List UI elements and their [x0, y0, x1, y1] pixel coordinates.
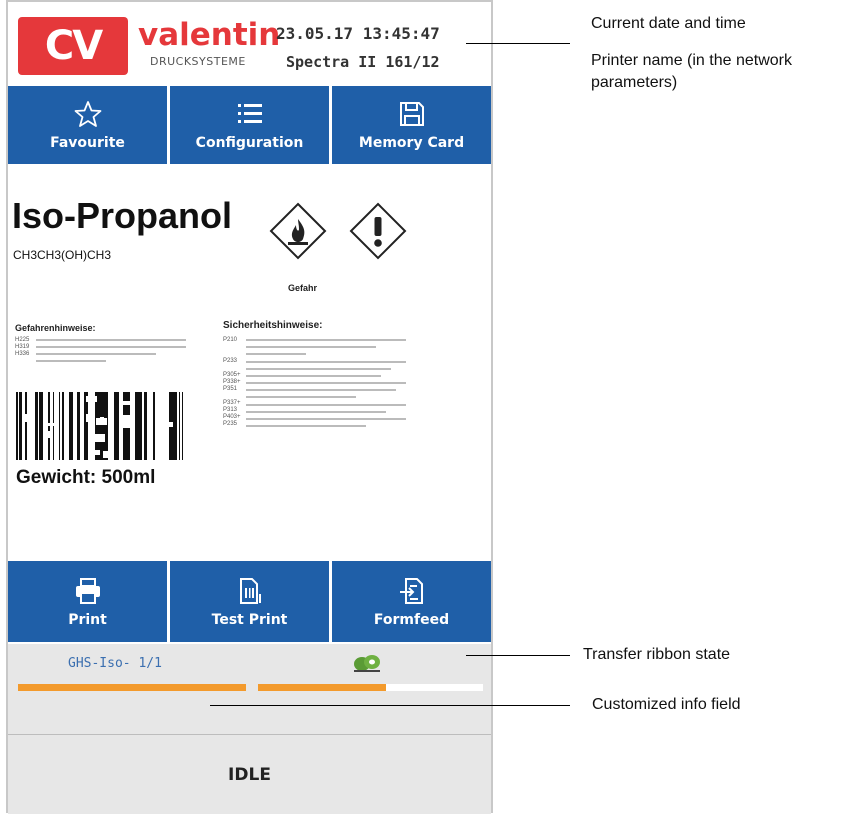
ribbon-callout-line — [466, 655, 570, 656]
formfeed-label: Formfeed — [373, 611, 450, 628]
current-datetime: 23.05.17 13:45:47 — [276, 24, 440, 43]
logo-mark: CV — [18, 17, 128, 75]
brand-subtitle: DRUCKSYSTEME — [150, 55, 246, 68]
test-print-label: Test Print — [211, 611, 288, 628]
top-button-row: Favourite Configuration Memory Card — [8, 86, 491, 164]
precaution-codes: P210 P233 P305+ P338+ P351 P337+ P313 P4… — [223, 337, 241, 428]
hazard-code: H336 — [15, 351, 30, 357]
ribbon-icon — [354, 655, 380, 672]
flame-pictogram-icon — [269, 202, 327, 260]
hazard-statements-title: Gefahrenhinweise: — [15, 323, 96, 333]
signal-word: Gefahr — [288, 283, 318, 293]
precaution-code: P305+ — [223, 372, 241, 378]
job-progress-fill — [18, 684, 246, 691]
printer-display: CV valentin DRUCKSYSTEME 23.05.17 13:45:… — [6, 0, 493, 814]
test-print-button[interactable]: Test Print — [170, 561, 329, 642]
weight-text: Gewicht: 500ml — [16, 467, 156, 488]
list-icon — [237, 104, 262, 123]
datetime-callout: Current date and time — [591, 15, 746, 32]
printer-name: Spectra II 161/12 — [286, 53, 440, 71]
hazard-code: H225 — [15, 337, 30, 343]
printer-callout: Printer name (in the network parameters) — [591, 52, 792, 91]
precaution-code: P233 — [223, 358, 238, 364]
precaution-text-lines — [246, 339, 406, 432]
precaution-code: P403+ — [223, 414, 241, 420]
info-field: GHS-Iso- 1/1 — [68, 656, 162, 671]
favourite-label: Favourite — [50, 135, 125, 151]
barcode-2d — [16, 392, 183, 460]
printer-icon — [75, 577, 100, 604]
status-area: GHS-Iso- 1/1 — [8, 644, 491, 734]
chemical-name: Iso-Propanol — [12, 195, 233, 236]
precaution-code: P338+ — [223, 379, 241, 385]
info-callout: Customized info field — [592, 696, 741, 713]
job-progress-bar — [18, 684, 246, 691]
configuration-label: Configuration — [195, 135, 304, 151]
ribbon-callout: Transfer ribbon state — [583, 646, 731, 663]
precaution-code: P313 — [223, 407, 238, 413]
brand-name: valentin — [138, 17, 281, 53]
precautionary-statements-title: Sicherheitshinweise: — [223, 320, 323, 331]
print-button[interactable]: Print — [8, 561, 167, 642]
hazard-text-lines — [36, 339, 186, 367]
floppy-icon — [399, 102, 424, 126]
star-icon — [74, 101, 101, 127]
printer-state: IDLE — [8, 734, 491, 814]
bottom-button-row: Print Test Print Formfeed — [8, 561, 491, 642]
label-preview: Iso-Propanol CH3CH3(OH)CH3 Gefahr Gefahr… — [8, 167, 491, 559]
chemical-formula: CH3CH3(OH)CH3 — [13, 248, 112, 262]
configuration-button[interactable]: Configuration — [170, 86, 329, 164]
header-bar: CV valentin DRUCKSYSTEME 23.05.17 13:45:… — [8, 2, 491, 84]
brand-logo: CV valentin DRUCKSYSTEME — [18, 17, 280, 77]
hazard-codes: H225 H319 H336 — [15, 337, 29, 358]
hazard-code: H319 — [15, 344, 30, 350]
ribbon-progress-fill — [258, 684, 387, 691]
precaution-code: P235 — [223, 421, 238, 427]
exclamation-pictogram-icon — [349, 202, 407, 260]
precaution-code: P351 — [223, 386, 238, 392]
test-print-icon — [239, 577, 261, 604]
datetime-callout-line — [466, 43, 570, 44]
formfeed-icon — [399, 577, 423, 604]
favourite-button[interactable]: Favourite — [8, 86, 167, 164]
print-label: Print — [68, 611, 107, 628]
ribbon-progress-bar — [258, 684, 483, 691]
precaution-code: P337+ — [223, 400, 241, 406]
memory-card-button[interactable]: Memory Card — [332, 86, 491, 164]
formfeed-button[interactable]: Formfeed — [332, 561, 491, 642]
info-callout-line — [210, 705, 570, 706]
precaution-code: P210 — [223, 337, 238, 343]
memory-card-label: Memory Card — [358, 135, 465, 151]
